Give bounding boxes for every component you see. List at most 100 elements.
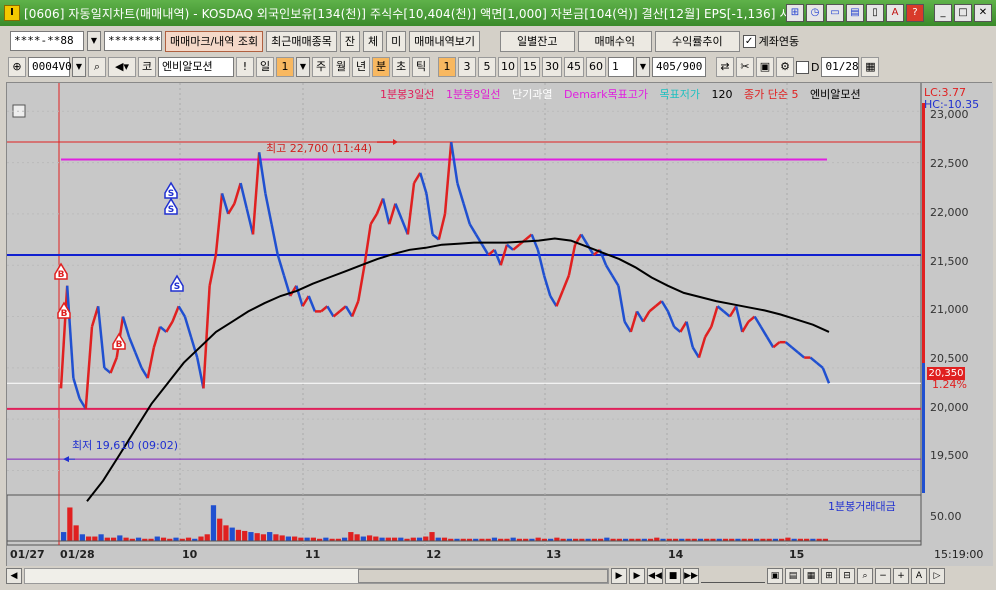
volume-bar [391,537,398,541]
lock-icon[interactable]: ⊕ [8,57,26,77]
code-dropdown-icon[interactable]: ▼ [72,57,86,77]
period-year[interactable]: 년 [352,57,370,77]
minute-45[interactable]: 45 [564,57,584,77]
trade-profit-button[interactable]: 매매수익 [577,30,652,52]
volume-bar [98,534,104,541]
link-icon[interactable]: ⊞ [786,4,804,22]
recent-trades-button[interactable]: 최근매매종목 [266,30,337,52]
volume-bar [123,537,129,541]
volume-bar [79,534,85,541]
minute-10[interactable]: 10 [498,57,518,77]
close-button[interactable]: ✕ [974,4,992,22]
account-dropdown-icon[interactable]: ▼ [87,31,101,51]
scroll-left-icon[interactable]: ◀ [6,568,22,584]
minute-5[interactable]: 5 [478,57,496,77]
calendar-icon[interactable]: ▦ [861,57,880,77]
minus-icon[interactable]: − [875,568,891,584]
zoom-out-area-icon[interactable]: ⊟ [839,568,855,584]
period-day[interactable]: 일 [256,57,274,77]
gear-icon[interactable]: ⚙ [776,57,794,77]
chart-area[interactable]: BBBSSS [6,82,993,567]
balance-button[interactable]: 잔 [339,30,361,52]
legend-target-low: 목표저가 [659,88,701,101]
zoom-area-icon[interactable]: ▤ [785,568,801,584]
volume-legend: 1분봉거래대금 [828,500,896,513]
volume-bar [654,537,660,541]
account-field[interactable]: ****-**88 [10,31,84,51]
period-tick[interactable]: 틱 [412,57,430,77]
search-icon[interactable]: ⌕ [88,57,106,77]
unexecuted-button[interactable]: 미 [386,30,407,52]
scroll-track[interactable] [24,568,609,584]
minute-3[interactable]: 3 [458,57,476,77]
stop-icon[interactable]: ■ [665,568,681,584]
buy-marker-label: B [116,340,123,350]
x-tick-0127: 01/27 [10,548,45,561]
tool-arrows-icon[interactable]: ⇄ [716,57,734,77]
magnifier-icon[interactable]: ⌕ [857,568,873,584]
volume-bar [785,537,791,541]
volume-bar [410,537,416,541]
font-icon[interactable]: A [886,4,904,22]
y-tick-22000: 22,000 [930,206,969,219]
help-icon[interactable]: ? [906,4,924,22]
legend-ma120: 120 [711,88,733,101]
expand-icon[interactable]: ▷ [929,568,945,584]
forward-icon[interactable]: ▶▶ [683,568,699,584]
daily-balance-button[interactable]: 일별잔고 [500,30,575,52]
custom-minute-dropdown-icon[interactable]: ▼ [636,57,650,77]
price-chart[interactable]: BBBSSS [7,83,993,567]
minimize-button[interactable]: _ [934,4,952,22]
stock-name-field: 엔비알모션 [158,57,234,77]
period-dropdown-icon[interactable]: ▼ [296,57,310,77]
minute-30[interactable]: 30 [542,57,562,77]
speed-slider[interactable] [701,569,765,583]
volume-bar [535,537,541,541]
price-panel [7,83,921,495]
trade-view-button[interactable]: 매매내역보기 [409,30,481,52]
period-week[interactable]: 주 [312,57,330,77]
period-number[interactable]: 1 [276,57,294,77]
scroll-thumb[interactable] [358,569,608,583]
executed-button[interactable]: 체 [363,30,384,52]
bar-count-field[interactable]: 405/900 [652,57,706,77]
d-checkbox[interactable] [796,60,809,74]
zoom-fit-icon[interactable]: ▦ [803,568,819,584]
settings-icon[interactable]: ◷ [806,4,824,22]
tool-scissors-icon[interactable]: ✂ [736,57,754,77]
period-second[interactable]: 초 [392,57,410,77]
profit-trend-button[interactable]: 수익률추이 [654,30,740,52]
chart-scrollbar[interactable]: ◀ ▶ ▶ ◀◀ ■ ▶▶ ▣ ▤ ▦ ⊞ ⊟ ⌕ − + A ▷ [0,566,996,586]
split-icon[interactable]: ▤ [846,4,864,22]
volume-bar [198,536,204,541]
minute-1[interactable]: 1 [438,57,456,77]
volume-bar [341,537,348,541]
alert-icon[interactable]: ! [236,57,254,77]
rewind-icon[interactable]: ◀◀ [647,568,663,584]
custom-minute-field[interactable]: 1 [608,57,634,77]
minute-15[interactable]: 15 [520,57,540,77]
account-link-checkbox[interactable]: ✓ [742,34,756,48]
volume-panel [7,494,922,546]
period-minute[interactable]: 분 [372,57,390,77]
zoom-in-area-icon[interactable]: ⊞ [821,568,837,584]
password-field[interactable]: ******** [104,31,162,51]
trade-mark-button[interactable]: 매매마크/내역 조회 [165,30,264,52]
plus-icon[interactable]: + [893,568,909,584]
print-icon[interactable]: ▯ [866,4,884,22]
speaker-icon[interactable]: ◀▾ [108,57,136,77]
stock-code-field[interactable]: 0004V0 [28,57,72,77]
scroll-right-icon[interactable]: ▶ [611,568,627,584]
minute-60[interactable]: 60 [586,57,606,77]
zoom-box-icon[interactable]: ▣ [767,568,783,584]
period-month[interactable]: 월 [332,57,350,77]
layout-icon[interactable]: ▭ [826,4,844,22]
font-size-icon[interactable]: A [911,568,927,584]
volume-bar [285,536,292,541]
save-icon[interactable]: ▣ [756,57,774,77]
volume-bar [323,537,329,541]
volume-bar [310,537,316,541]
date-field[interactable]: 01/28 [821,57,860,77]
play-icon[interactable]: ▶ [629,568,645,584]
maximize-button[interactable]: □ [954,4,972,22]
